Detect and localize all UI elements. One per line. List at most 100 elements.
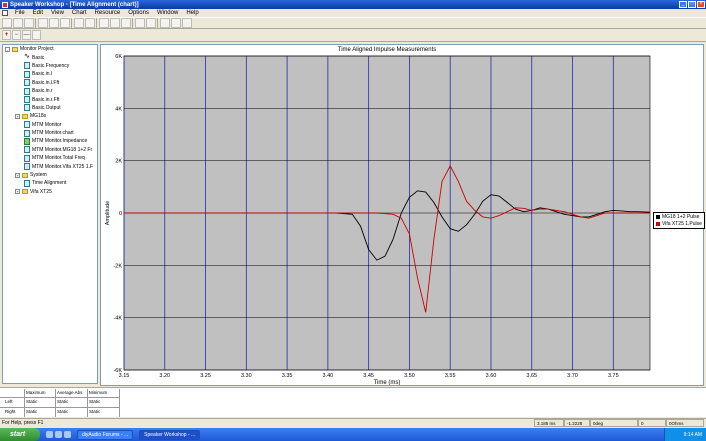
desktop-icon[interactable] <box>55 431 62 438</box>
app-icon <box>2 1 8 8</box>
tree-expander-icon[interactable]: + <box>15 113 20 119</box>
help-icon[interactable] <box>171 18 181 28</box>
copy-icon[interactable] <box>49 18 59 28</box>
tree-item-label: MTM Monitor.MG18 1+2 Fr <box>32 146 93 153</box>
stats-right-min: Static <box>89 409 101 414</box>
tree-item[interactable]: Basic.in.r <box>3 87 97 95</box>
add-icon[interactable]: + <box>2 30 11 40</box>
legend-label: MG18 1+2 Pulse <box>662 213 700 220</box>
system-tray: 9:14 AM <box>664 428 706 441</box>
tree-item[interactable]: + MG18s <box>3 112 97 120</box>
window-title: Speaker Workshop - [Time Alignment (char… <box>10 1 139 8</box>
new-icon[interactable] <box>2 18 12 28</box>
tree-item[interactable]: Basic.in.r.Fft <box>3 95 97 104</box>
document-icon <box>24 104 30 112</box>
tree-item-label: MTM Monitor.Impedance <box>32 138 88 145</box>
tree-item-label: Basic.Frequency <box>32 62 70 69</box>
status-zero: 0 <box>638 419 666 427</box>
tree-expander-icon[interactable]: + <box>15 189 20 195</box>
window-controls: _ □ × <box>679 1 705 8</box>
tree-item-label: MTM Monitor <box>32 121 62 128</box>
tree-item[interactable]: Time Alignment <box>3 179 97 187</box>
tree-item[interactable]: Basic.Output <box>3 104 97 112</box>
menu-file[interactable]: File <box>11 10 29 16</box>
x-tick-label: 3.75 <box>608 373 619 379</box>
stats-header-minimum: Minimum <box>89 390 108 395</box>
tree-item[interactable]: MTM Monitor.MG18 1+2 Fr <box>3 146 97 154</box>
measure-icon[interactable] <box>160 18 170 28</box>
tree-expander-icon[interactable]: + <box>15 172 20 178</box>
paste-icon[interactable] <box>60 18 70 28</box>
media-icon[interactable] <box>64 431 71 438</box>
folder-icon <box>22 172 28 178</box>
tree-item[interactable]: Basic.in.l.Fft <box>3 79 97 87</box>
status-time: 3.185 ms <box>534 419 564 427</box>
properties-icon[interactable] <box>110 18 120 28</box>
title-bar[interactable]: Speaker Workshop - [Time Alignment (char… <box>0 0 706 9</box>
x-tick-label: 3.20 <box>159 373 170 379</box>
tree-item-label: Basic.in.l <box>32 71 53 78</box>
x-tick-label: 3.65 <box>526 373 537 379</box>
status-help-text: For Help, press F1 <box>2 420 44 426</box>
status-bar: For Help, press F1 3.185 ms -1.2228 0deg… <box>0 418 706 427</box>
minus-icon[interactable]: − <box>12 30 21 40</box>
menu-chart[interactable]: Chart <box>68 10 91 16</box>
zoom-out-icon[interactable] <box>146 18 156 28</box>
blank-icon[interactable] <box>32 30 41 40</box>
tree-item[interactable]: ∿ Basic <box>3 53 97 61</box>
y-tick-label: -4K <box>113 316 122 322</box>
stats-left-max: Static <box>26 399 38 404</box>
menu-view[interactable]: View <box>47 10 68 16</box>
taskbar: start diyAudio Forums - ... Speaker Work… <box>0 428 706 441</box>
menu-edit[interactable]: Edit <box>29 10 47 16</box>
menu-help[interactable]: Help <box>182 10 202 16</box>
document-icon <box>24 163 30 171</box>
chart-icon[interactable] <box>99 18 109 28</box>
redo-icon[interactable] <box>85 18 95 28</box>
chart-svg: 3.15 3.20 3.25 3.30 3.35 3.40 3.45 3.50 3.55 3.60… <box>105 47 651 385</box>
tree-item[interactable]: MTM Monitor.Impedance <box>3 137 97 145</box>
task-diyaudio[interactable]: diyAudio Forums - ... <box>77 429 134 440</box>
zoom-in-icon[interactable] <box>135 18 145 28</box>
line-icon[interactable]: — <box>22 30 31 40</box>
maximize-button[interactable]: □ <box>688 1 696 8</box>
menu-resource[interactable]: Resource <box>91 10 125 16</box>
x-tick-label: 3.50 <box>404 373 415 379</box>
tree-item-label: Basic.in.l.Fft <box>32 79 60 86</box>
y-tick-label: 6K <box>115 54 122 60</box>
tree-item-label: Vifa XT25 <box>30 188 52 195</box>
ie-icon[interactable] <box>46 431 53 438</box>
tree-item-label: Basic.in.r <box>32 88 53 95</box>
open-icon[interactable] <box>13 18 23 28</box>
minimize-button[interactable]: _ <box>679 1 687 8</box>
tree-item[interactable]: MTM Monitor <box>3 121 97 129</box>
tree-item[interactable]: + Vifa XT25 <box>3 188 97 196</box>
document-icon[interactable] <box>2 10 8 16</box>
x-axis-label: Time (ms) <box>374 380 401 385</box>
document-icon <box>24 146 30 154</box>
task-speaker-workshop[interactable]: Speaker Workshop - ... <box>139 429 201 440</box>
menu-window[interactable]: Window <box>153 10 182 16</box>
tree-item[interactable]: Basic.in.l <box>3 70 97 78</box>
close-button[interactable]: × <box>697 1 705 8</box>
x-tick-label: 3.70 <box>567 373 578 379</box>
undo-icon[interactable] <box>74 18 84 28</box>
tree-item[interactable]: - Monitor Project <box>3 45 97 53</box>
tree-item[interactable]: Basic.Frequency <box>3 62 97 70</box>
document-icon <box>24 137 30 145</box>
cut-icon[interactable] <box>38 18 48 28</box>
tree-expander-icon[interactable]: - <box>5 46 10 52</box>
folder-icon <box>22 189 28 195</box>
print-icon[interactable] <box>121 18 131 28</box>
tree-item[interactable]: + System <box>3 171 97 179</box>
save-icon[interactable] <box>24 18 34 28</box>
tree-item[interactable]: MTM Monitor.Vifa XT25 1.F <box>3 162 97 171</box>
menu-options[interactable]: Options <box>124 10 153 16</box>
tree-item[interactable]: MTM Monitor.chart <box>3 129 97 137</box>
x-tick-label: 3.40 <box>323 373 334 379</box>
chart-legend: MG18 1+2 Pulse Vifa XT25 1.Pulse <box>653 212 705 229</box>
about-icon[interactable] <box>182 18 192 28</box>
tree-item[interactable]: MTM Monitor.Total Freq <box>3 154 97 162</box>
start-button[interactable]: start <box>0 428 40 441</box>
stats-row-right-label: Right <box>5 409 16 414</box>
